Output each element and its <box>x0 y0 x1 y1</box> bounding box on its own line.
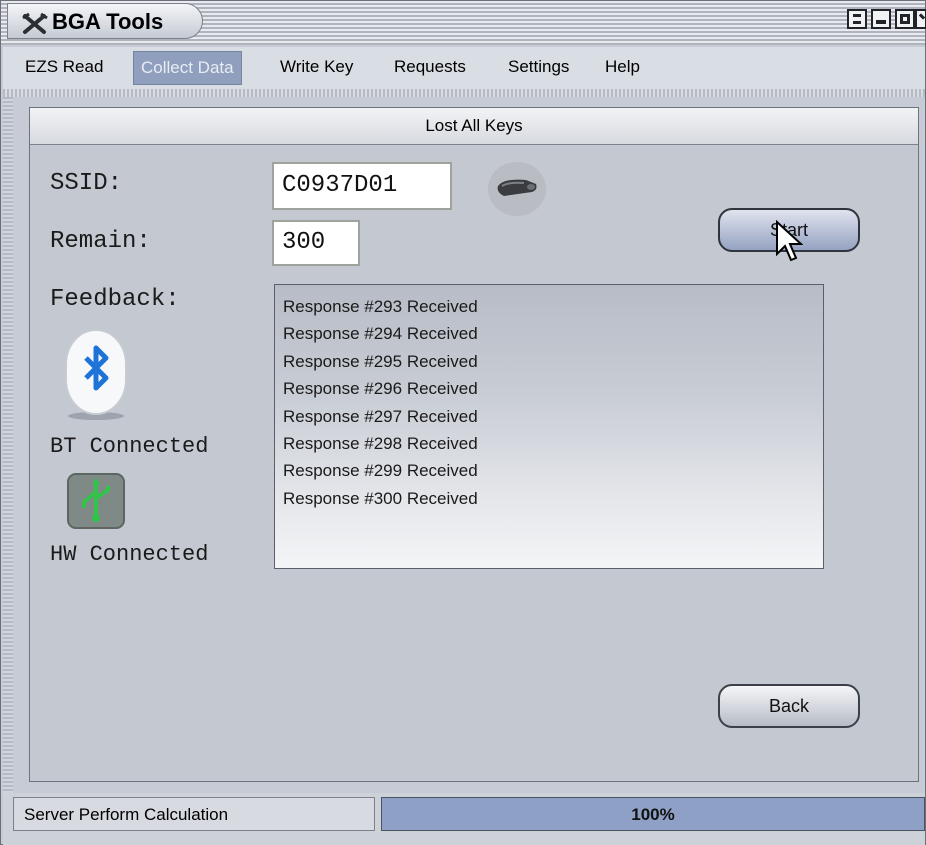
back-button-label: Back <box>768 696 810 716</box>
progress-text: 100% <box>631 805 675 824</box>
mouse-cursor-icon <box>776 220 803 262</box>
minimize-button[interactable] <box>847 9 867 29</box>
list-item: Response #296 Received <box>283 379 478 399</box>
feedback-label: Feedback: <box>50 286 180 313</box>
close-button[interactable] <box>915 9 926 29</box>
menu-ezs-read[interactable]: EZS Read <box>25 57 103 77</box>
status-bar: Server Perform Calculation 100% <box>3 793 925 845</box>
list-item: Response #297 Received <box>283 406 478 426</box>
title-bar[interactable]: BGA Tools <box>1 1 926 45</box>
status-text: Server Perform Calculation <box>24 805 229 824</box>
window-frame <box>3 97 13 801</box>
feedback-list[interactable]: Response #293 Received Response #294 Rec… <box>274 284 824 569</box>
list-item: Response #300 Received <box>283 488 478 508</box>
menu-settings[interactable]: Settings <box>508 57 569 77</box>
remain-label: Remain: <box>50 228 151 255</box>
window-title: BGA Tools <box>52 9 164 34</box>
car-key-icon[interactable] <box>486 160 548 218</box>
ssid-field[interactable]: C0937D01 <box>272 162 452 210</box>
back-button[interactable]: Back <box>718 684 860 728</box>
ssid-label: SSID: <box>50 170 123 197</box>
progress-bar: 100% <box>381 797 925 831</box>
lost-all-keys-panel: Lost All Keys SSID: C0937D01 Remain: 300… <box>29 107 919 782</box>
bt-status: BT Connected <box>50 434 209 459</box>
title-tab: BGA Tools <box>7 3 203 39</box>
menu-help[interactable]: Help <box>605 57 640 77</box>
list-item: Response #298 Received <box>283 433 478 453</box>
status-field: Server Perform Calculation <box>13 797 375 831</box>
restore-button[interactable] <box>871 9 891 29</box>
bluetooth-icon <box>65 329 127 420</box>
maximize-button[interactable] <box>895 9 915 29</box>
menu-write-key[interactable]: Write Key <box>280 57 353 77</box>
panel-title: Lost All Keys <box>425 116 523 135</box>
app-window: BGA Tools EZS Read Collect Data Write Ke… <box>0 0 926 845</box>
tools-icon <box>22 12 48 34</box>
menu-requests[interactable]: Requests <box>394 57 466 77</box>
usb-icon <box>67 473 125 529</box>
list-item: Response #293 Received <box>283 297 478 316</box>
menu-collect-data[interactable]: Collect Data <box>133 51 242 85</box>
remain-field[interactable]: 300 <box>272 220 360 266</box>
list-item: Response #299 Received <box>283 461 478 481</box>
list-item: Response #295 Received <box>283 351 478 371</box>
panel-header: Lost All Keys <box>30 108 918 145</box>
list-item: Response #294 Received <box>283 324 478 344</box>
menu-separator <box>3 89 925 97</box>
hw-status: HW Connected <box>50 542 209 567</box>
